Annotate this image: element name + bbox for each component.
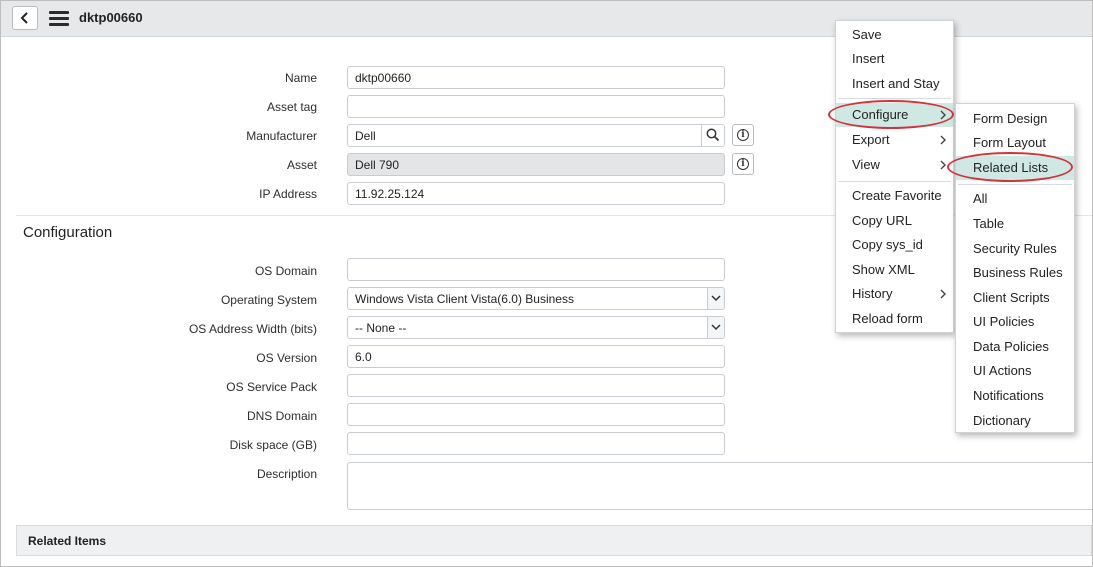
- menu-item-reload-form[interactable]: Reload form: [836, 307, 953, 331]
- menu-separator: [838, 98, 951, 99]
- menu-item-insert[interactable]: Insert: [836, 47, 953, 71]
- configure-submenu: Form Design Form Layout Related Lists Al…: [955, 103, 1075, 433]
- os-service-pack-field[interactable]: [347, 374, 725, 397]
- chevron-left-icon: [20, 12, 28, 24]
- submenu-item-all[interactable]: All: [956, 187, 1074, 211]
- dns-domain-label: DNS Domain: [246, 409, 317, 423]
- operating-system-label: Operating System: [220, 293, 317, 307]
- asset-field: Dell 790: [347, 153, 725, 176]
- submenu-item-form-layout[interactable]: Form Layout: [956, 131, 1074, 155]
- name-field[interactable]: dktp00660: [347, 66, 725, 89]
- hamburger-icon[interactable]: [49, 11, 69, 27]
- menu-separator: [838, 181, 951, 182]
- description-label: Description: [256, 467, 317, 481]
- os-address-width-value: -- None --: [355, 321, 407, 335]
- menu-item-copy-sys-id[interactable]: Copy sys_id: [836, 233, 953, 257]
- chevron-down-icon[interactable]: [707, 288, 724, 309]
- search-icon: [706, 128, 720, 142]
- manufacturer-lookup-button[interactable]: [701, 125, 724, 146]
- asset-label: Asset: [286, 158, 317, 172]
- submenu-item-form-design[interactable]: Form Design: [956, 107, 1074, 131]
- related-items-bar[interactable]: Related Items: [16, 525, 1092, 556]
- related-items-title: Related Items: [28, 534, 107, 548]
- menu-item-save[interactable]: Save: [836, 23, 953, 47]
- menu-item-create-favorite[interactable]: Create Favorite: [836, 184, 953, 208]
- os-address-width-label: OS Address Width (bits): [188, 322, 317, 336]
- form-context-menu: Save Insert Insert and Stay Configure Ex…: [835, 20, 954, 333]
- name-label: Name: [284, 71, 317, 85]
- asset-tag-label: Asset tag: [266, 100, 317, 114]
- form-window: dktp00660 Name dktp00660 Asset tag Manuf…: [0, 0, 1093, 567]
- operating-system-value: Windows Vista Client Vista(6.0) Business: [355, 292, 574, 306]
- submenu-item-business-rules[interactable]: Business Rules: [956, 261, 1074, 285]
- submenu-item-ui-actions[interactable]: UI Actions: [956, 359, 1074, 383]
- ip-address-label: IP Address: [259, 187, 317, 201]
- dns-domain-field[interactable]: [347, 403, 725, 426]
- menu-item-copy-url[interactable]: Copy URL: [836, 209, 953, 233]
- menu-item-show-xml[interactable]: Show XML: [836, 258, 953, 282]
- operating-system-select[interactable]: Windows Vista Client Vista(6.0) Business: [347, 287, 725, 310]
- submenu-item-dictionary[interactable]: Dictionary: [956, 409, 1074, 433]
- menu-item-configure[interactable]: Configure: [836, 103, 953, 127]
- disk-space-field[interactable]: [347, 432, 725, 455]
- menu-item-insert-and-stay[interactable]: Insert and Stay: [836, 72, 953, 96]
- submenu-item-table[interactable]: Table: [956, 212, 1074, 236]
- info-icon: i: [737, 129, 749, 141]
- os-domain-field[interactable]: [347, 258, 725, 281]
- back-button[interactable]: [12, 6, 38, 30]
- description-textarea[interactable]: [347, 462, 1092, 510]
- menu-item-view-label: View: [852, 157, 880, 172]
- menu-item-export-label: Export: [852, 132, 890, 147]
- asset-tag-field[interactable]: [347, 95, 725, 118]
- chevron-right-icon: [940, 160, 946, 170]
- os-address-width-select[interactable]: -- None --: [347, 316, 725, 339]
- chevron-right-icon: [940, 135, 946, 145]
- submenu-item-notifications[interactable]: Notifications: [956, 384, 1074, 408]
- submenu-item-ui-policies[interactable]: UI Policies: [956, 310, 1074, 334]
- submenu-item-related-lists[interactable]: Related Lists: [956, 156, 1074, 180]
- ip-address-field[interactable]: 11.92.25.124: [347, 182, 725, 205]
- manufacturer-label: Manufacturer: [246, 129, 317, 143]
- menu-separator: [958, 184, 1072, 185]
- disk-space-label: Disk space (GB): [229, 438, 317, 452]
- submenu-item-client-scripts[interactable]: Client Scripts: [956, 286, 1074, 310]
- manufacturer-value: Dell: [355, 129, 376, 143]
- os-domain-label: OS Domain: [254, 264, 317, 278]
- os-service-pack-label: OS Service Pack: [226, 380, 317, 394]
- menu-item-history-label: History: [852, 286, 893, 301]
- page-title: dktp00660: [79, 10, 143, 25]
- menu-item-export[interactable]: Export: [836, 128, 953, 152]
- menu-item-configure-label: Configure: [852, 107, 909, 122]
- chevron-right-icon: [940, 110, 946, 120]
- os-version-label: OS Version: [256, 351, 317, 365]
- submenu-item-data-policies[interactable]: Data Policies: [956, 335, 1074, 359]
- os-version-field[interactable]: 6.0: [347, 345, 725, 368]
- asset-info-button[interactable]: i: [732, 153, 754, 175]
- info-icon: i: [737, 158, 749, 170]
- manufacturer-info-button[interactable]: i: [732, 124, 754, 146]
- menu-item-view[interactable]: View: [836, 153, 953, 177]
- submenu-item-security-rules[interactable]: Security Rules: [956, 237, 1074, 261]
- manufacturer-field[interactable]: Dell: [347, 124, 725, 147]
- chevron-right-icon: [940, 289, 946, 299]
- configuration-section-title: Configuration: [23, 224, 113, 241]
- menu-item-history[interactable]: History: [836, 282, 953, 306]
- chevron-down-icon[interactable]: [707, 317, 724, 338]
